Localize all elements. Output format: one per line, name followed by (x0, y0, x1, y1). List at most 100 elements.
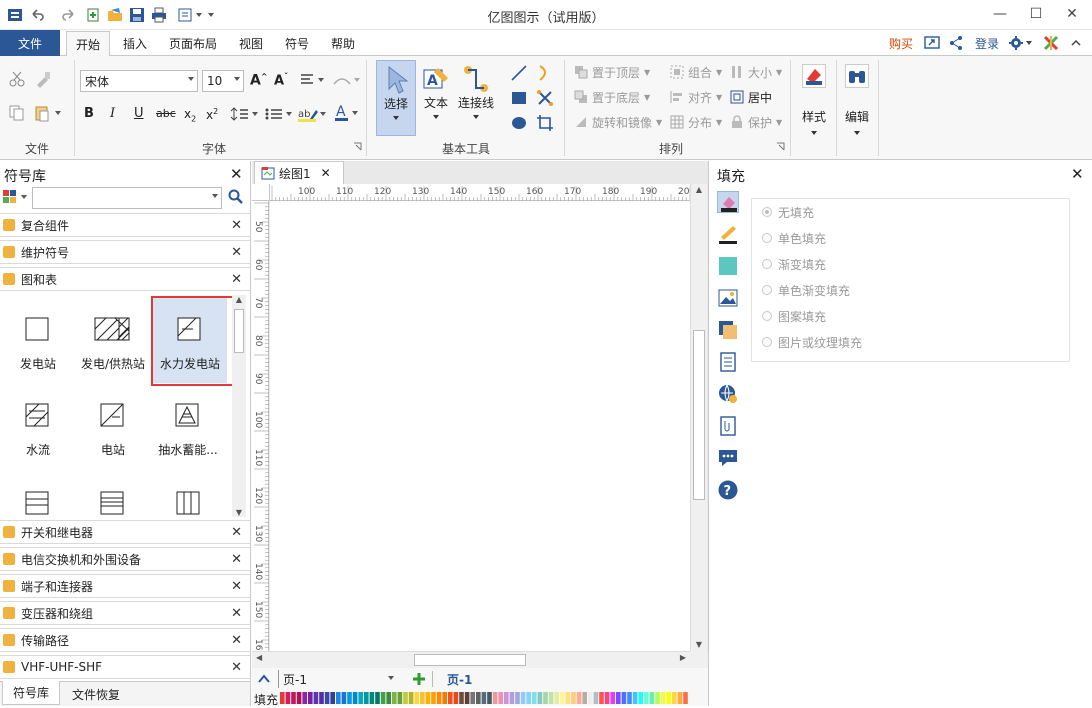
color-swatch[interactable] (604, 692, 610, 704)
search-icon[interactable] (228, 189, 244, 205)
tab-file-recovery[interactable]: 文件恢复 (64, 682, 128, 706)
comment-tab-icon[interactable] (717, 447, 739, 469)
center-button[interactable]: 居中 (730, 87, 772, 107)
color-swatch[interactable] (319, 692, 324, 704)
shape-item[interactable]: 电站 (78, 385, 148, 469)
ellipse-shape-icon[interactable] (510, 114, 528, 132)
symbol-search-input[interactable] (32, 187, 222, 209)
close-library-icon[interactable]: ✕ (231, 660, 242, 675)
color-swatch[interactable] (638, 692, 643, 704)
color-swatch[interactable] (498, 692, 503, 704)
shape-item[interactable]: 发电站 (3, 299, 73, 383)
library-header[interactable]: 端子和连接器 ✕ (0, 574, 250, 598)
page-tab[interactable]: 页-1 (447, 671, 472, 688)
color-swatch[interactable] (375, 692, 380, 704)
color-swatch[interactable] (660, 692, 666, 704)
color-swatch[interactable] (386, 692, 391, 704)
send-to-back-button[interactable]: 置于底层 ▼ (574, 87, 650, 107)
protect-button[interactable]: 保护 ▼ (730, 112, 782, 132)
cut-icon[interactable] (8, 70, 26, 88)
layer-tab-icon[interactable] (717, 319, 739, 341)
color-swatch[interactable] (543, 692, 548, 704)
subscript-button[interactable]: x2 (184, 107, 196, 123)
bullet-list-icon[interactable] (264, 106, 294, 122)
rectangle-shape-icon[interactable] (510, 89, 528, 107)
settings-gear-icon[interactable] (1006, 33, 1036, 53)
color-swatch[interactable] (453, 692, 459, 704)
color-swatch[interactable] (285, 692, 291, 704)
page-tab-icon[interactable] (717, 351, 739, 373)
tab-view[interactable]: 视图 (230, 30, 272, 56)
color-swatch[interactable] (610, 692, 615, 704)
color-swatch[interactable] (470, 692, 475, 704)
close-library-icon[interactable]: ✕ (231, 552, 242, 567)
style-button[interactable]: 样式 (796, 62, 832, 148)
paste-icon[interactable] (34, 104, 64, 122)
color-swatch[interactable] (336, 692, 341, 704)
color-swatch[interactable] (431, 692, 436, 704)
color-swatch[interactable] (526, 692, 531, 704)
shape-item[interactable]: 水流 (3, 385, 73, 469)
library-header[interactable]: 维护符号 ✕ (0, 240, 250, 264)
scroll-down-icon[interactable]: ▼ (232, 508, 246, 517)
scroll-down-icon[interactable]: ▼ (691, 640, 707, 649)
color-swatch[interactable] (397, 692, 403, 704)
library-menu-icon[interactable] (2, 189, 32, 205)
image-tab-icon[interactable] (717, 287, 739, 309)
close-library-icon[interactable]: ✕ (231, 525, 242, 540)
horizontal-scrollbar[interactable]: ◀ ▶ (252, 651, 690, 668)
color-swatch[interactable] (291, 692, 296, 704)
color-swatch[interactable] (492, 692, 498, 704)
rotate-mirror-button[interactable]: 旋转和镜像 ▼ (574, 112, 662, 132)
shape-scrollbar[interactable]: ▲ ▼ (232, 295, 246, 517)
library-header[interactable]: 开关和继电器 ✕ (0, 520, 250, 544)
color-swatch[interactable] (487, 692, 492, 704)
distribute-button[interactable]: 分布 ▼ (670, 112, 722, 132)
color-swatch[interactable] (380, 692, 386, 704)
login-link[interactable]: 登录 (970, 33, 1004, 53)
tab-insert[interactable]: 插入 (114, 30, 156, 56)
color-swatch[interactable] (666, 692, 671, 704)
align-button[interactable]: 对齐 ▼ (670, 87, 722, 107)
underline-button[interactable]: U (134, 106, 144, 121)
color-swatch[interactable] (403, 692, 408, 704)
color-swatch[interactable] (308, 692, 313, 704)
scroll-up-icon[interactable]: ▲ (691, 185, 707, 194)
color-swatches[interactable] (280, 692, 700, 704)
color-swatch[interactable] (302, 692, 307, 704)
library-header[interactable]: 电信交换机和外围设备 ✕ (0, 547, 250, 571)
color-swatch[interactable] (616, 692, 621, 704)
color-swatch[interactable] (520, 692, 526, 704)
close-button[interactable]: ✕ (1062, 4, 1082, 24)
shape-item[interactable]: 发电/供热站 (78, 299, 148, 383)
tab-home[interactable]: 开始 (66, 31, 110, 57)
cross-shape-icon[interactable] (536, 89, 554, 107)
minimize-button[interactable]: — (990, 4, 1010, 24)
text-direction-icon[interactable] (332, 72, 362, 88)
group-button[interactable]: 组合 ▼ (670, 62, 722, 82)
line-spacing-icon[interactable] (230, 106, 260, 122)
fill-option-picture[interactable]: 图片或纹理填充 (762, 329, 1059, 355)
fill-option-single-gradient[interactable]: 单色渐变填充 (762, 277, 1059, 303)
color-swatch[interactable] (420, 692, 425, 704)
color-swatch[interactable] (582, 692, 587, 704)
color-swatch[interactable] (414, 692, 419, 704)
maximize-button[interactable]: ☐ (1026, 4, 1046, 24)
font-dialog-launcher-icon[interactable] (353, 142, 362, 151)
close-fill-panel-icon[interactable]: ✕ (1071, 165, 1084, 183)
edit-button[interactable]: 编辑 (840, 62, 874, 148)
tab-symbol-library[interactable]: 符号库 (2, 681, 60, 705)
collapse-ribbon-icon[interactable] (1066, 33, 1086, 53)
shape-item[interactable]: 抽水蓄能... (153, 385, 223, 469)
line-tab-icon[interactable] (717, 223, 739, 245)
paragraph-align-icon[interactable] (300, 72, 326, 88)
color-swatch[interactable] (459, 692, 464, 704)
select-tool-button[interactable]: 选择 (376, 60, 416, 136)
document-tab[interactable]: 绘图1 ✕ (254, 161, 344, 184)
library-header[interactable]: 图和表 ✕ (0, 267, 250, 291)
scroll-left-icon[interactable]: ◀ (256, 653, 262, 662)
color-swatch[interactable] (554, 692, 559, 704)
connector-tool-button[interactable]: 连接线 (456, 60, 496, 136)
close-library-icon[interactable]: ✕ (231, 579, 242, 594)
color-swatch[interactable] (532, 692, 537, 704)
